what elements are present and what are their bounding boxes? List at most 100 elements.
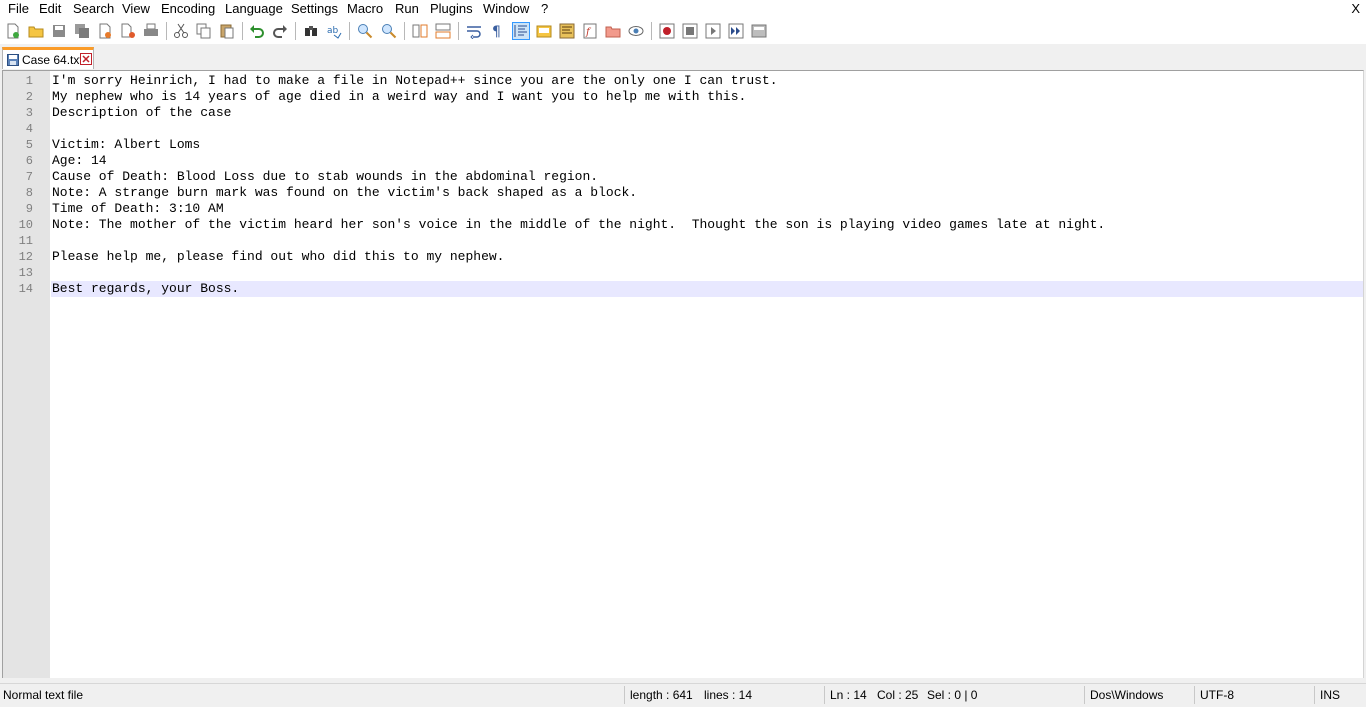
status-ln: Ln : 14 <box>830 688 867 702</box>
status-divider <box>1314 686 1315 704</box>
line-number: 3 <box>25 106 33 120</box>
toolbar-separator <box>166 22 167 40</box>
word-wrap-icon[interactable] <box>466 23 482 39</box>
menu-file[interactable]: File <box>7 1 30 17</box>
show-all-chars-icon[interactable]: ¶ <box>489 23 505 39</box>
status-col: Col : 25 <box>877 688 919 702</box>
menu-encoding[interactable]: Encoding <box>160 1 216 17</box>
status-bar: Normal text file length : 641 lines : 14… <box>0 683 1366 707</box>
line-number: 11 <box>18 234 33 248</box>
menu-view[interactable]: View <box>121 1 151 17</box>
status-divider <box>1084 686 1085 704</box>
status-divider <box>624 686 625 704</box>
menu-run[interactable]: Run <box>394 1 420 17</box>
line-number: 13 <box>18 266 33 280</box>
line-number: 4 <box>25 122 33 136</box>
line-number: 6 <box>25 154 33 168</box>
sync-vertical-icon[interactable] <box>412 23 428 39</box>
close-icon[interactable] <box>97 23 113 39</box>
current-text-line[interactable]: Best regards, your Boss. <box>51 281 1363 297</box>
doc-map-icon[interactable] <box>559 23 575 39</box>
text-line[interactable] <box>51 233 1363 249</box>
print-icon[interactable] <box>143 23 159 39</box>
cut-icon[interactable] <box>173 23 189 39</box>
save-all-icon[interactable] <box>74 23 90 39</box>
line-number: 7 <box>25 170 33 184</box>
undo-icon[interactable] <box>249 23 265 39</box>
menu-help[interactable]: ? <box>540 1 549 17</box>
stop-record-icon[interactable] <box>682 23 698 39</box>
line-number-gutter: 1 2 3 4 5 6 7 8 9 10 11 12 13 14 <box>3 71 50 678</box>
toolbar-separator <box>242 22 243 40</box>
toolbar-separator <box>458 22 459 40</box>
line-number: 5 <box>25 138 33 152</box>
text-line[interactable]: My nephew who is 14 years of age died in… <box>51 89 1363 105</box>
function-list-icon[interactable]: f <box>582 23 598 39</box>
menu-search[interactable]: Search <box>72 1 115 17</box>
save-macro-icon[interactable] <box>751 23 767 39</box>
status-divider <box>824 686 825 704</box>
text-line[interactable]: Note: The mother of the victim heard her… <box>51 217 1363 233</box>
close-window-button[interactable]: X <box>1351 1 1360 17</box>
run-macro-multiple-icon[interactable] <box>728 23 744 39</box>
text-line[interactable]: Victim: Albert Loms <box>51 137 1363 153</box>
text-line[interactable] <box>51 265 1363 281</box>
tab-label: Case 64.txt <box>22 53 83 67</box>
line-number: 1 <box>25 74 33 88</box>
toolbar-separator <box>349 22 350 40</box>
status-divider <box>1194 686 1195 704</box>
text-line[interactable]: I'm sorry Heinrich, I had to make a file… <box>51 73 1363 89</box>
menu-settings[interactable]: Settings <box>290 1 339 17</box>
user-define-lang-icon[interactable] <box>536 23 552 39</box>
menu-plugins[interactable]: Plugins <box>429 1 474 17</box>
new-file-icon[interactable] <box>5 23 21 39</box>
menu-bar: File Edit Search View Encoding Language … <box>0 0 1366 18</box>
close-tab-icon[interactable] <box>80 53 92 65</box>
find-icon[interactable] <box>303 23 319 39</box>
text-line[interactable]: Cause of Death: Blood Loss due to stab w… <box>51 169 1363 185</box>
line-number: 8 <box>25 186 33 200</box>
copy-icon[interactable] <box>196 23 212 39</box>
menu-macro[interactable]: Macro <box>346 1 384 17</box>
text-line[interactable]: Time of Death: 3:10 AM <box>51 201 1363 217</box>
line-number: 12 <box>18 250 33 264</box>
status-insert-mode[interactable]: INS <box>1320 687 1340 703</box>
menu-edit[interactable]: Edit <box>38 1 62 17</box>
tab-bar: Case 64.txt <box>0 44 1366 70</box>
monitoring-icon[interactable] <box>628 23 644 39</box>
open-file-icon[interactable] <box>28 23 44 39</box>
menu-language[interactable]: Language <box>224 1 284 17</box>
redo-icon[interactable] <box>272 23 288 39</box>
status-file-type: Normal text file <box>3 688 84 702</box>
line-number: 9 <box>25 202 33 216</box>
line-number: 10 <box>18 218 33 232</box>
text-line[interactable]: Note: A strange burn mark was found on t… <box>51 185 1363 201</box>
text-line[interactable]: Age: 14 <box>51 153 1363 169</box>
status-lines: lines : 14 <box>704 688 753 702</box>
saved-file-icon <box>7 54 19 66</box>
menu-window[interactable]: Window <box>482 1 530 17</box>
replace-icon[interactable]: ab <box>326 23 342 39</box>
play-macro-icon[interactable] <box>705 23 721 39</box>
toolbar-separator <box>651 22 652 40</box>
status-encoding[interactable]: UTF-8 <box>1200 687 1234 703</box>
zoom-out-icon[interactable] <box>381 23 397 39</box>
sync-horizontal-icon[interactable] <box>435 23 451 39</box>
zoom-in-icon[interactable] <box>357 23 373 39</box>
text-line[interactable] <box>51 121 1363 137</box>
text-editor[interactable]: 1 2 3 4 5 6 7 8 9 10 11 12 13 14 I'm sor… <box>2 70 1364 678</box>
close-all-icon[interactable] <box>120 23 136 39</box>
line-number: 2 <box>25 90 33 104</box>
folder-workspace-icon[interactable] <box>605 23 621 39</box>
text-line[interactable]: Please help me, please find out who did … <box>51 249 1363 265</box>
paste-icon[interactable] <box>219 23 235 39</box>
save-icon[interactable] <box>51 23 67 39</box>
record-macro-icon[interactable] <box>659 23 675 39</box>
status-sel: Sel : 0 | 0 <box>927 688 978 702</box>
toolbar-separator <box>295 22 296 40</box>
tab-case-64[interactable]: Case 64.txt <box>2 47 94 69</box>
indent-guide-icon[interactable] <box>512 22 530 40</box>
status-eol[interactable]: Dos\Windows <box>1090 687 1163 703</box>
line-number: 14 <box>18 282 33 296</box>
text-line[interactable]: Description of the case <box>51 105 1363 121</box>
